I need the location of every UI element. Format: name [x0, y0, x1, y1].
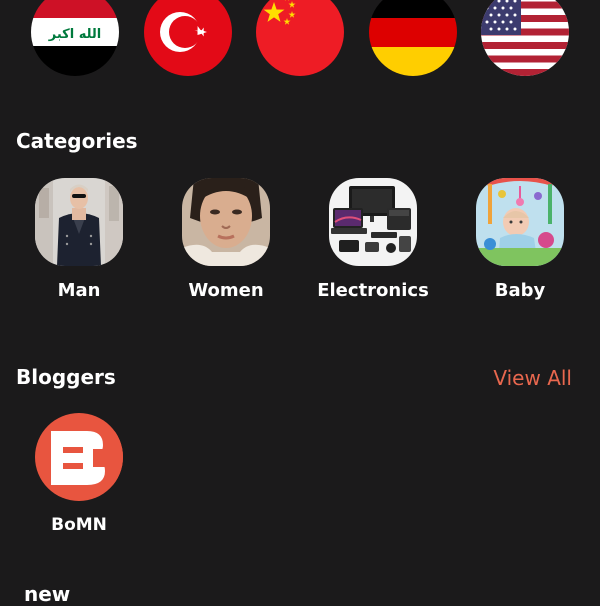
bomn-logo-icon	[35, 413, 123, 501]
blogger-bomn[interactable]	[35, 413, 123, 501]
view-all-link[interactable]: View All	[493, 366, 572, 390]
iraq-flag-text: الله اكبر	[48, 27, 101, 42]
category-women[interactable]	[182, 178, 270, 266]
china-flag-icon	[256, 0, 344, 76]
usa-flag-icon	[481, 0, 569, 76]
germany-flag-icon	[369, 0, 457, 76]
category-man[interactable]	[35, 178, 123, 266]
electronics-photo-icon	[329, 178, 417, 266]
new-section-title: new	[24, 582, 71, 606]
categories-title: Categories	[16, 129, 138, 153]
bloggers-title: Bloggers	[16, 365, 116, 389]
flag-china[interactable]	[256, 0, 344, 76]
category-women-label: Women	[188, 280, 264, 301]
category-man-label: Man	[57, 280, 101, 301]
flag-usa[interactable]	[481, 0, 569, 76]
turkey-flag-icon	[144, 0, 232, 76]
man-photo-icon	[35, 178, 123, 266]
women-photo-icon	[182, 178, 270, 266]
iraq-flag-icon: الله اكبر	[31, 0, 119, 76]
category-baby[interactable]	[476, 178, 564, 266]
category-electronics[interactable]	[329, 178, 417, 266]
baby-photo-icon	[476, 178, 564, 266]
flag-turkey[interactable]	[144, 0, 232, 76]
category-baby-label: Baby	[494, 280, 546, 301]
flag-iraq[interactable]: الله اكبر	[31, 0, 119, 76]
blogger-bomn-label: BoMN	[51, 515, 107, 535]
category-electronics-label: Electronics	[317, 280, 429, 301]
flag-germany[interactable]	[369, 0, 457, 76]
